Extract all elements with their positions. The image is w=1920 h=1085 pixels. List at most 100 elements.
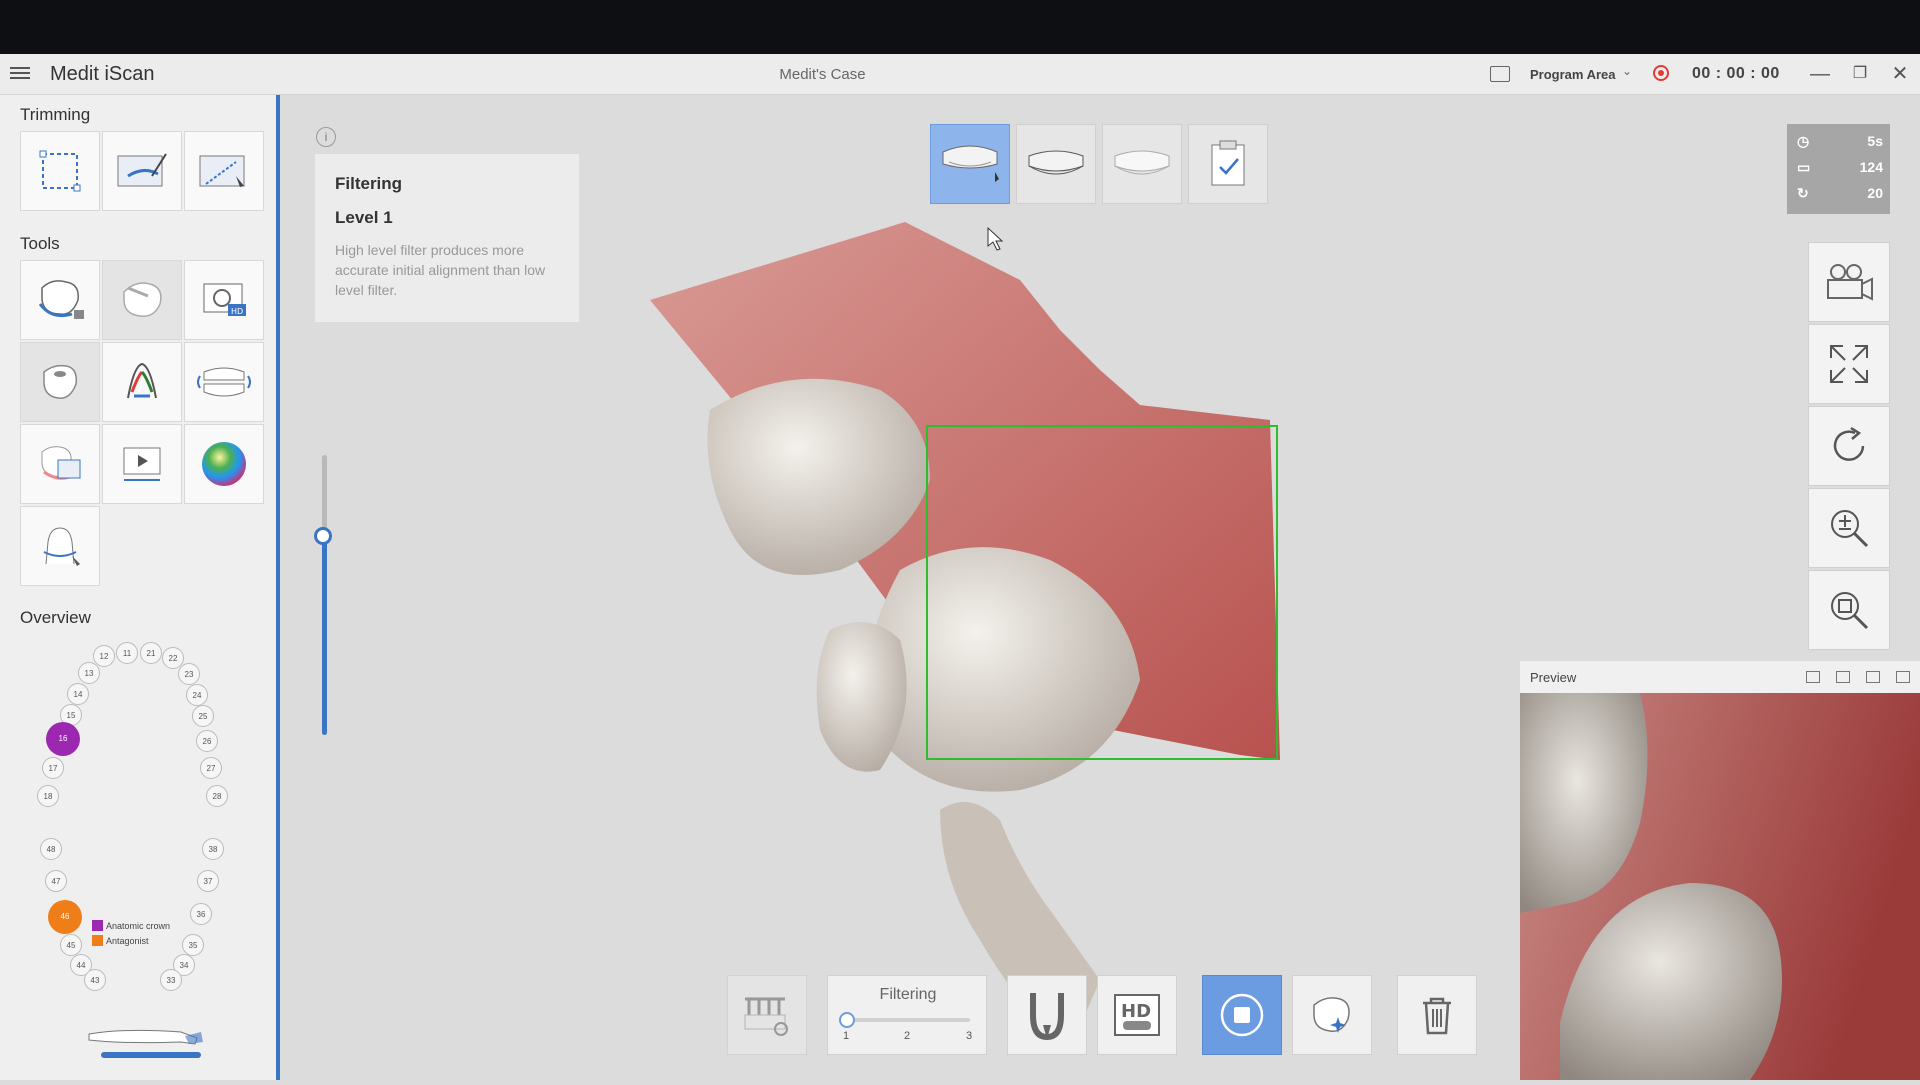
jaw-icon: [197, 367, 251, 397]
split-icon[interactable]: [1836, 671, 1850, 683]
lock-scan-button[interactable]: [20, 260, 100, 340]
tooth-28[interactable]: 28: [206, 785, 228, 807]
hd-mode-button[interactable]: HD: [1097, 975, 1177, 1055]
filter-level-slider[interactable]: [314, 455, 332, 735]
filter-tick-1: 1: [843, 1030, 850, 1042]
expand-icon: [1830, 345, 1868, 383]
erase-scan-button[interactable]: [102, 260, 182, 340]
trim-rectangle-icon: [39, 150, 81, 192]
tooth-18[interactable]: 18: [37, 785, 59, 807]
legend-swatch: [92, 935, 103, 946]
frames-icon: ▭: [1797, 158, 1811, 175]
tooth-16-crown[interactable]: 16: [46, 722, 80, 756]
scan-strategy-button[interactable]: [727, 975, 807, 1055]
legend-label: Antagonist: [106, 935, 149, 946]
tooltip-title: Filtering: [335, 174, 403, 193]
tab-occlusion[interactable]: [1102, 124, 1182, 204]
tooth-36[interactable]: 36: [190, 903, 212, 925]
zoom-fit-button[interactable]: [1808, 570, 1890, 650]
tooth-37[interactable]: 37: [197, 870, 219, 892]
tooth-compare-icon: [41, 446, 81, 480]
case-title: Medit's Case: [779, 66, 866, 83]
occlusion-button[interactable]: [184, 342, 264, 422]
legend-item: Antagonist: [92, 935, 170, 946]
restore-icon[interactable]: ❐: [1848, 62, 1872, 86]
tooth-46-antagonist[interactable]: 46: [48, 900, 82, 934]
tab-review[interactable]: [1188, 124, 1268, 204]
layout-icon[interactable]: [1866, 671, 1880, 683]
program-area-icon[interactable]: [1490, 66, 1510, 82]
rotate-icon: ↻: [1797, 184, 1809, 201]
hd-photo-button[interactable]: HD: [184, 260, 264, 340]
pattern-icon[interactable]: [1896, 671, 1910, 683]
tooth-33[interactable]: 33: [160, 969, 182, 991]
tooth-45[interactable]: 45: [60, 934, 82, 956]
tooth-12[interactable]: 12: [93, 645, 115, 667]
jaw-icon: [1028, 150, 1084, 175]
clipboard-check-icon: [1211, 140, 1245, 186]
info-icon[interactable]: i: [316, 127, 336, 147]
tooth-21[interactable]: 21: [140, 642, 162, 664]
minimize-icon[interactable]: —: [1808, 62, 1832, 86]
ai-scan-button[interactable]: [1292, 975, 1372, 1055]
tooth-13[interactable]: 13: [78, 662, 100, 684]
filtering-control[interactable]: Filtering 1 2 3: [827, 975, 987, 1055]
tooth-43[interactable]: 43: [84, 969, 106, 991]
zoom-button[interactable]: [1808, 488, 1890, 568]
fit-view-button[interactable]: [1808, 324, 1890, 404]
capture-icon[interactable]: [1806, 671, 1820, 683]
play-icon: [123, 447, 161, 481]
margin-line-button[interactable]: [20, 506, 100, 586]
trim-brush-button[interactable]: [102, 131, 182, 211]
close-icon[interactable]: ✕: [1888, 62, 1912, 86]
tooth-lock-icon: [38, 280, 84, 319]
tooth-24[interactable]: 24: [186, 684, 208, 706]
delete-button[interactable]: [1397, 975, 1477, 1055]
program-area-dropdown[interactable]: Program Area: [1530, 67, 1616, 82]
teeth-search-icon: [744, 997, 788, 1036]
undercut-icon: [127, 362, 157, 399]
tooth-38[interactable]: 38: [202, 838, 224, 860]
legend-item: Anatomic crown: [92, 920, 170, 931]
recording-timer: 00 : 00 : 00: [1692, 65, 1780, 82]
zoom-in-icon: [1831, 510, 1869, 548]
stat-time-value: 5s: [1867, 133, 1883, 149]
tooth-25[interactable]: 25: [192, 705, 214, 727]
tooth-select-button[interactable]: [20, 342, 100, 422]
legend-swatch: [92, 920, 103, 931]
occlusion-jaw-icon: [1114, 150, 1170, 175]
tooth-17[interactable]: 17: [42, 757, 64, 779]
tab-mandible[interactable]: [1016, 124, 1096, 204]
filter-slider-track[interactable]: [846, 1018, 970, 1022]
reset-view-button[interactable]: [1808, 406, 1890, 486]
record-icon[interactable]: [1653, 65, 1669, 81]
tooth-11[interactable]: 11: [116, 642, 138, 664]
slider-handle[interactable]: [314, 527, 332, 545]
stop-scan-button[interactable]: [1202, 975, 1282, 1055]
undercut-button[interactable]: [102, 342, 182, 422]
camera-view-button[interactable]: [1808, 242, 1890, 322]
filter-slider-handle[interactable]: [839, 1012, 855, 1028]
trim-rectangle-button[interactable]: [20, 131, 100, 211]
color-button[interactable]: [184, 424, 264, 504]
preview-controls: [1806, 671, 1910, 683]
scanner-device-icon: [88, 1029, 203, 1058]
playback-button[interactable]: [102, 424, 182, 504]
tooth-23[interactable]: 23: [178, 663, 200, 685]
arch-button[interactable]: [1007, 975, 1087, 1055]
chevron-down-icon[interactable]: ⌄: [1622, 64, 1632, 78]
3d-scan-viewport[interactable]: [640, 210, 1320, 1070]
tab-maxilla[interactable]: [930, 124, 1010, 204]
hd-camera-icon: HD: [203, 283, 246, 316]
tooth-26[interactable]: 26: [196, 730, 218, 752]
tooth-48[interactable]: 48: [40, 838, 62, 860]
compare-button[interactable]: [20, 424, 100, 504]
tooth-27[interactable]: 27: [200, 757, 222, 779]
stat-frames: ▭ 124: [1797, 156, 1883, 178]
tooth-47[interactable]: 47: [45, 870, 67, 892]
tooth-35[interactable]: 35: [182, 934, 204, 956]
system-top-bar: [0, 0, 1920, 54]
slider-fill: [322, 535, 327, 735]
trim-lasso-button[interactable]: [184, 131, 264, 211]
tooth-14[interactable]: 14: [67, 683, 89, 705]
